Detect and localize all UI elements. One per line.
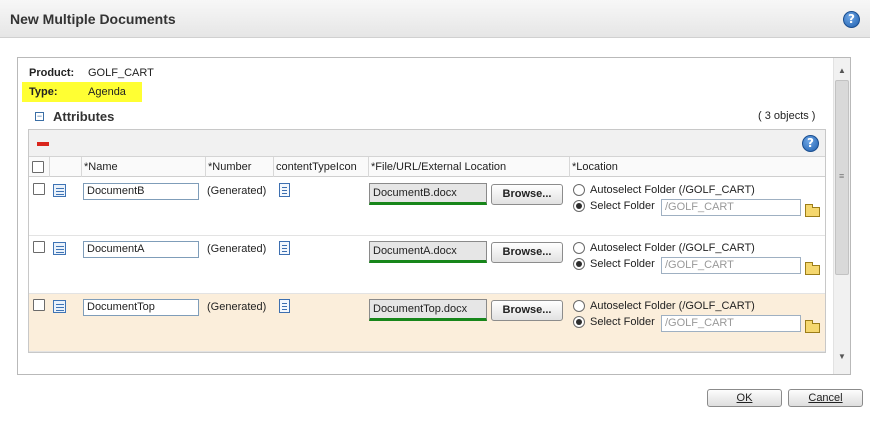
table-row: DocumentTop (Generated) DocumentTop.docx… [29,294,825,352]
remove-icon[interactable] [37,142,49,146]
title-bar: New Multiple Documents ? [0,0,870,38]
file-field[interactable]: DocumentA.docx [369,241,487,263]
dialog-title: New Multiple Documents [10,11,176,27]
attributes-title: Attributes [53,109,115,124]
number-value: (Generated) [207,301,267,313]
name-input[interactable]: DocumentA [83,241,199,258]
autoselect-label: Autoselect Folder (/GOLF_CART) [590,242,755,254]
select-all-checkbox[interactable] [32,161,44,173]
browse-button[interactable]: Browse... [491,184,563,205]
cancel-button[interactable]: Cancel [788,389,863,407]
file-field[interactable]: DocumentB.docx [369,183,487,205]
table-row: DocumentB (Generated) DocumentB.docx Bro… [29,178,825,236]
browse-button[interactable]: Browse... [491,242,563,263]
select-folder-radio[interactable] [573,200,585,212]
row-checkbox[interactable] [33,183,45,195]
table-toolbar: ? [29,130,825,157]
select-folder-label: Select Folder [590,258,655,270]
type-value: Agenda [88,86,126,98]
col-content-type-icon[interactable]: contentTypeIcon [273,157,368,177]
col-number[interactable]: *Number [205,157,273,177]
scroll-up-icon[interactable]: ▲ [834,64,850,78]
help-icon[interactable]: ? [843,11,860,28]
browse-button[interactable]: Browse... [491,300,563,321]
col-file-location[interactable]: *File/URL/External Location [368,157,569,177]
object-count: ( 3 objects ) [758,110,816,122]
select-folder-label: Select Folder [590,316,655,328]
autoselect-label: Autoselect Folder (/GOLF_CART) [590,300,755,312]
row-checkbox[interactable] [33,241,45,253]
table-help-icon[interactable]: ? [802,135,819,152]
folder-icon[interactable] [805,320,820,333]
document-icon [279,299,290,313]
attributes-table: ? *Name *Number contentTypeIcon *File/UR… [28,129,826,353]
folder-icon[interactable] [805,262,820,275]
file-field[interactable]: DocumentTop.docx [369,299,487,321]
scroll-down-icon[interactable]: ▼ [834,350,850,364]
name-input[interactable]: DocumentB [83,183,199,200]
name-input[interactable]: DocumentTop [83,299,199,316]
autoselect-radio[interactable] [573,242,585,254]
folder-icon[interactable] [805,204,820,217]
row-checkbox[interactable] [33,299,45,311]
col-name[interactable]: *Name [81,157,205,177]
document-icon [279,241,290,255]
select-folder-label: Select Folder [590,200,655,212]
col-location[interactable]: *Location [569,157,825,177]
autoselect-radio[interactable] [573,300,585,312]
vertical-scrollbar[interactable]: ▲ ≡ ▼ [833,58,850,374]
number-value: (Generated) [207,185,267,197]
folder-input[interactable]: /GOLF_CART [661,257,801,274]
product-value: GOLF_CART [88,67,154,79]
autoselect-radio[interactable] [573,184,585,196]
select-folder-radio[interactable] [573,258,585,270]
collapse-icon[interactable]: − [35,112,44,121]
folder-input[interactable]: /GOLF_CART [661,315,801,332]
detail-icon[interactable] [53,184,66,197]
detail-icon[interactable] [53,300,66,313]
folder-input[interactable]: /GOLF_CART [661,199,801,216]
number-value: (Generated) [207,243,267,255]
scrollbar-thumb[interactable]: ≡ [835,80,849,275]
table-header: *Name *Number contentTypeIcon *File/URL/… [29,157,825,177]
detail-icon[interactable] [53,242,66,255]
col-detail [49,157,81,177]
grip-icon: ≡ [839,171,845,181]
cancel-button-label: Cancel [808,392,843,404]
autoselect-label: Autoselect Folder (/GOLF_CART) [590,184,755,196]
ok-button[interactable]: OK [707,389,782,407]
select-folder-radio[interactable] [573,316,585,328]
ok-button-label: OK [736,392,753,404]
table-row: DocumentA (Generated) DocumentA.docx Bro… [29,236,825,294]
document-icon [279,183,290,197]
type-label: Type: [29,86,58,98]
product-label: Product: [29,67,75,79]
